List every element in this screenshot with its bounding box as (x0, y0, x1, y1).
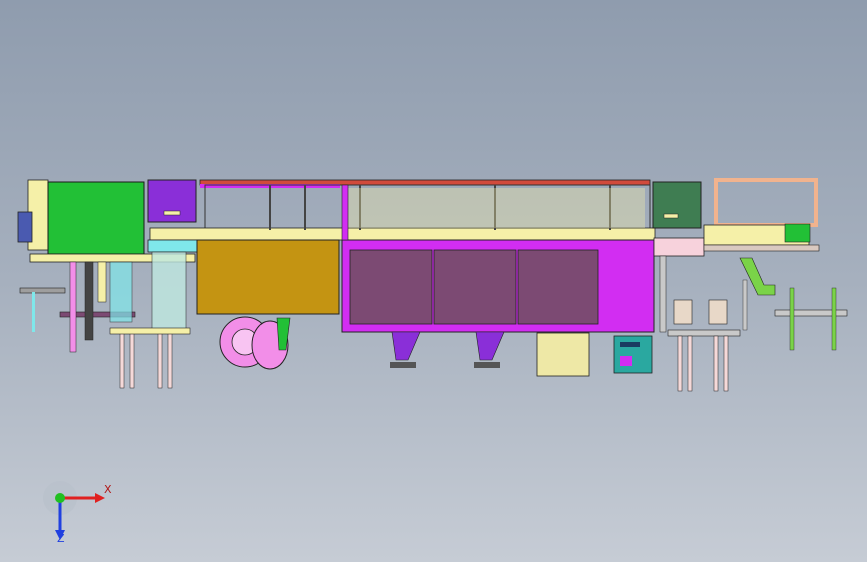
column (97, 261, 107, 303)
support-leg (119, 329, 125, 389)
cyan-base (147, 239, 199, 253)
probe (32, 292, 35, 332)
column (109, 261, 133, 323)
door-panel-1 (349, 249, 433, 325)
cabinet-foot (475, 331, 505, 361)
support-leg (687, 335, 693, 392)
leveling-foot (474, 362, 500, 368)
green-cabinet (47, 181, 145, 255)
right-green-block (784, 223, 811, 243)
y-axis-dot (55, 493, 65, 503)
dark-green-box (652, 181, 702, 229)
column (84, 261, 94, 341)
support-leg (723, 335, 729, 392)
motor-blue (17, 211, 33, 243)
salmon-frame (714, 178, 818, 227)
axis-triad: X Z (40, 480, 112, 550)
assembly-model[interactable] (0, 0, 867, 562)
magenta-post (341, 184, 349, 241)
brown-panel (196, 239, 340, 315)
x-axis-label: X (104, 483, 112, 496)
upper-frame-fill (345, 188, 645, 228)
door-panel-3 (517, 249, 599, 325)
purple-box (147, 179, 197, 223)
probe (831, 287, 837, 351)
purple-box-slot (163, 210, 181, 216)
control-box (613, 335, 653, 374)
right-slide (774, 309, 848, 317)
support-leg (713, 335, 719, 392)
probe (789, 287, 795, 351)
right-column (659, 255, 667, 333)
cabinet-foot (391, 331, 421, 361)
column (69, 261, 77, 353)
frame-lower-beam (149, 227, 656, 241)
slide-rail (19, 287, 66, 294)
support-leg (129, 329, 135, 389)
clamp-block (673, 299, 693, 325)
clamp-block (708, 299, 728, 325)
right-rail (703, 244, 820, 252)
control-box-label (620, 342, 640, 347)
support-leg (677, 335, 683, 392)
right-base (653, 237, 705, 257)
control-box-screen (620, 356, 632, 366)
cylinder-tank (536, 332, 590, 377)
right-slide-lower (667, 329, 741, 337)
axis-triad-graphic (43, 481, 105, 540)
dark-green-slot (663, 213, 679, 219)
cad-viewport[interactable]: X Z (0, 0, 867, 562)
lower-plate (109, 327, 191, 335)
column (151, 251, 187, 331)
leveling-foot (390, 362, 416, 368)
support-leg (167, 329, 173, 389)
probe (742, 279, 748, 331)
support-leg (157, 329, 163, 389)
door-panel-2 (433, 249, 517, 325)
z-axis-label: Z (57, 532, 65, 545)
